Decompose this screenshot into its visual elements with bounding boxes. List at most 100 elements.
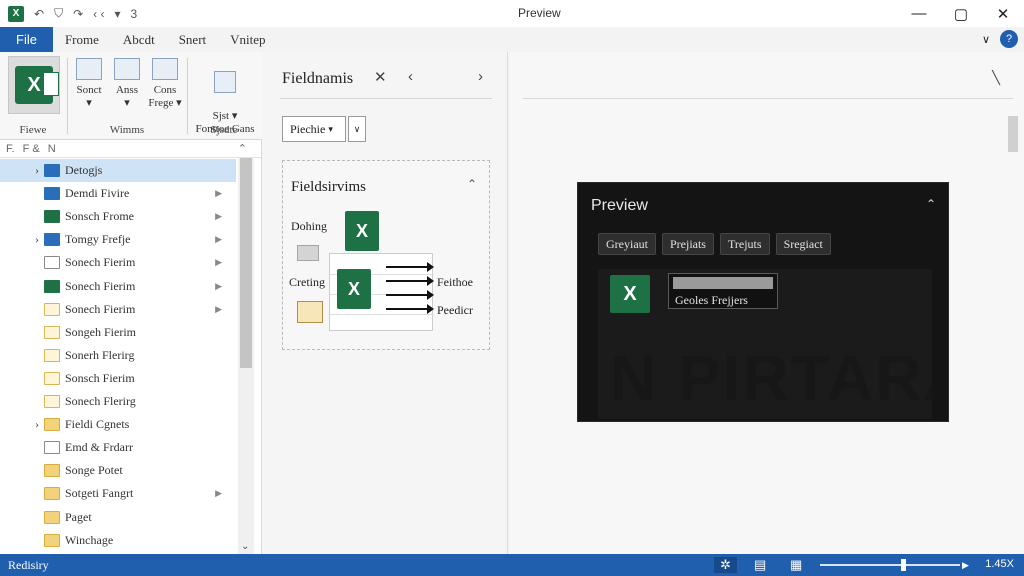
tree-item-label: Songe Potet <box>65 463 123 478</box>
folder-outline-icon <box>44 302 60 316</box>
preview-tab[interactable]: Prejiats <box>661 233 714 255</box>
tree-item[interactable]: Winchage <box>0 529 236 552</box>
ribbon-collapse-icon[interactable]: ∨ <box>982 33 990 46</box>
fields-section-title: Fieldsirvims <box>291 179 367 195</box>
resize-handle-icon[interactable]: ╲ <box>992 70 1000 86</box>
tree-item[interactable]: Sonerh Flerirg <box>0 344 236 367</box>
field-pane: Fieldnamis ✕ ‹ › Piechie ▾ ∨ Fieldsirvim… <box>262 52 508 554</box>
save-icon[interactable]: ⛉ <box>54 6 63 21</box>
tab-home[interactable]: Frome <box>53 27 111 52</box>
tree-item[interactable]: Sonech Fierim ▶ <box>0 275 236 298</box>
folder-icon <box>297 245 319 261</box>
excel-icon[interactable]: X <box>610 275 650 313</box>
customize-dropdown-icon[interactable]: ▾ <box>114 7 120 21</box>
sort-button[interactable]: Sonct ▾ <box>72 58 106 110</box>
tree-item[interactable]: Sonech Fierim ▶ <box>0 298 236 321</box>
submenu-arrow-icon[interactable]: ▶ <box>215 188 222 199</box>
zoom-slider-thumb[interactable] <box>901 559 907 571</box>
tree-item[interactable]: Demdi Fivire ▶ <box>0 182 236 205</box>
excel-icon[interactable]: X <box>345 211 379 251</box>
tree-header-col[interactable]: F & <box>23 143 40 155</box>
expand-chevron-icon[interactable]: › <box>30 163 44 178</box>
analysis-button[interactable]: Anss ▾ <box>110 58 144 110</box>
submenu-arrow-icon[interactable]: ▶ <box>215 234 222 245</box>
tab-view[interactable]: Vnitep <box>218 27 277 52</box>
tree-item[interactable]: Songe Potet <box>0 459 236 482</box>
chevron-down-icon[interactable]: ∨ <box>348 116 366 142</box>
close-icon[interactable]: ✕ <box>374 68 387 86</box>
scroll-down-icon[interactable]: ⌄ <box>241 541 249 552</box>
help-icon[interactable]: ? <box>1000 30 1018 48</box>
tree-item[interactable]: Paget <box>0 506 236 529</box>
excel-view-button[interactable]: X <box>8 56 60 114</box>
submenu-arrow-icon[interactable]: ▶ <box>215 304 222 315</box>
tree-item-label: Sonsch Frome <box>65 209 134 224</box>
preview-tab[interactable]: Sregiact <box>775 233 831 255</box>
grid-view-icon[interactable]: ▦ <box>790 557 802 573</box>
cons-frege-button[interactable]: Cons Frege ▾ <box>146 58 184 110</box>
tree-item[interactable]: Sonech Fierim ▶ <box>0 251 236 274</box>
folder-outline-icon <box>44 395 60 408</box>
folder-blue-icon <box>44 233 60 247</box>
page-layout-icon[interactable]: ▤ <box>754 557 766 573</box>
tree-header-col[interactable]: F. <box>6 143 15 155</box>
expand-chevron-icon[interactable]: › <box>30 232 44 247</box>
tree-item[interactable]: › Detogjs <box>0 159 236 182</box>
minimize-button[interactable]: — <box>898 0 940 27</box>
tree-item[interactable]: › Tomgy Frefje ▶ <box>0 228 236 251</box>
scrollbar-thumb[interactable] <box>240 158 252 368</box>
sort-icon <box>76 58 102 80</box>
tree-scrollbar[interactable]: ⌄ <box>238 158 254 554</box>
undo-icon[interactable]: ↶ <box>34 7 44 21</box>
preview-scrollbar-thumb[interactable] <box>1008 116 1018 152</box>
ribbon-group-label: Wimms <box>109 124 145 136</box>
submenu-arrow-icon[interactable]: ▶ <box>215 281 222 292</box>
redo-icon[interactable]: ↷ <box>73 7 83 21</box>
back-icon[interactable]: ‹ <box>408 68 413 85</box>
maximize-button[interactable]: ▢ <box>940 0 982 27</box>
tab-file[interactable]: File <box>0 27 53 52</box>
tree-item[interactable]: › Fieldi Cgnets <box>0 413 236 436</box>
collapse-icon[interactable]: ⌃ <box>467 177 477 191</box>
tree-item[interactable]: Sotgeti Fangrt ▶ <box>0 482 236 505</box>
zoom-level[interactable]: 1.45X <box>985 558 1014 570</box>
mapping-arrow <box>386 276 434 286</box>
collapse-icon[interactable]: ⌃ <box>926 197 936 211</box>
close-button[interactable]: ✕ <box>982 0 1024 27</box>
submenu-arrow-icon[interactable]: ▶ <box>215 211 222 222</box>
ribbon-group-view: X Fiewe <box>0 52 66 140</box>
tree-item[interactable]: Sonech Flerirg <box>0 390 236 413</box>
tree-item[interactable]: Emd & Frdarr <box>0 436 236 459</box>
preview-tabs: Greyiaut Prejiats Trejuts Sregiact <box>598 233 831 255</box>
tab-insert[interactable]: Snert <box>167 27 218 52</box>
tree-item-label: Winchage <box>65 532 114 547</box>
preview-tab[interactable]: Greyiaut <box>598 233 656 255</box>
nav-arrows-icon[interactable]: ‹ ‹ <box>93 7 104 21</box>
tree-item[interactable]: Songeh Fierim <box>0 321 236 344</box>
tree-header-col[interactable]: N <box>48 143 56 155</box>
field-label: Feithoe <box>437 275 473 289</box>
settings-icon[interactable]: ✲ <box>714 557 737 573</box>
expand-chevron-icon[interactable]: › <box>30 417 44 432</box>
tab-about[interactable]: Abcdt <box>111 27 167 52</box>
preview-card: Preview ⌃ Greyiaut Prejiats Trejuts Sreg… <box>577 182 949 422</box>
submenu-arrow-icon[interactable]: ▶ <box>215 257 222 268</box>
tree-item[interactable]: Sonsch Frome ▶ <box>0 205 236 228</box>
folder-yellow-icon <box>44 487 60 501</box>
zoom-in-icon[interactable]: ▶ <box>962 560 969 571</box>
fields-section: Fieldsirvims ⌃ Dohing X X Creting Feitho… <box>282 160 490 350</box>
zoom-slider[interactable] <box>820 564 960 566</box>
tree-item[interactable]: Sonsch Fierim <box>0 367 236 390</box>
folder-yellow-icon <box>44 510 60 524</box>
submenu-arrow-icon[interactable]: ▶ <box>215 488 222 499</box>
field-type-select[interactable]: Piechie ▾ <box>282 116 346 142</box>
tree-item-label: Sonerh Flerirg <box>65 347 135 362</box>
preview-file-item[interactable]: Geoles Frejjers <box>668 273 778 309</box>
forward-icon[interactable]: › <box>478 68 483 85</box>
excel-app-icon: X <box>8 5 24 22</box>
scroll-up-icon[interactable]: ⌃ <box>238 142 247 155</box>
preview-body: X Geoles Frejjers N PIRTARABO <box>598 269 932 419</box>
excel-icon[interactable]: X <box>337 269 371 309</box>
field-pane-title: Fieldnamis <box>282 70 354 87</box>
preview-tab[interactable]: Trejuts <box>719 233 770 255</box>
